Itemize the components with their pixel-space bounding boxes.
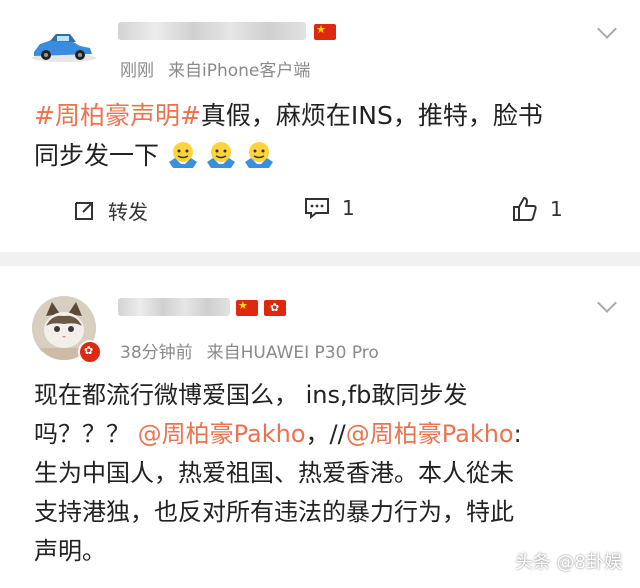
post-source: 来自HUAWEI P30 Pro <box>206 343 379 363</box>
repost-icon <box>75 201 93 220</box>
chevron-down-icon[interactable] <box>597 19 617 39</box>
comment-icon <box>305 198 329 220</box>
content-line-2: 同步发一下 <box>34 136 543 176</box>
post-meta: 刚刚 来自iPhone客户端 <box>120 56 324 81</box>
post-meta: 38分钟前 来自HUAWEI P30 Pro <box>120 338 393 363</box>
post-divider <box>0 252 640 266</box>
china-flag-icon: ★ <box>236 300 258 316</box>
content-text: 同步发一下 <box>34 141 160 170</box>
like-button[interactable]: 1 <box>512 196 563 222</box>
content-line-2: 吗？？？ @周柏豪Pakho，//@周柏豪Pakho: <box>34 415 522 454</box>
post-actions: 转发 1 1 <box>0 196 640 236</box>
post-content: #周柏豪声明#真假，麻烦在INS，推特，脸书 同步发一下 <box>34 96 543 176</box>
content-line-1: 现在都流行微博爱国么， ins,fb敢同步发 <box>34 381 468 409</box>
content-line-3: 生为中国人，热爱祖国、热爱香港。本人從未 <box>34 459 514 487</box>
comment-count: 1 <box>342 196 355 220</box>
hongkong-badge-icon: ✿ <box>78 340 102 364</box>
content-line-5: 声明。 <box>34 537 106 565</box>
china-flag-icon: ★ <box>314 24 336 40</box>
car-avatar-icon[interactable] <box>30 28 98 64</box>
emoji-icon <box>206 142 235 168</box>
mention-link[interactable]: @周柏豪Pakho <box>138 420 306 448</box>
content-text: : <box>513 420 522 448</box>
content-text: 真假，麻烦在INS，推特，脸书 <box>200 101 543 130</box>
repost-button[interactable]: 转发 <box>72 196 148 225</box>
comment-button[interactable]: 1 <box>304 196 355 220</box>
emoji-icon <box>244 142 273 168</box>
like-count: 1 <box>550 197 563 221</box>
watermark: 头条 @8卦娱 <box>514 552 622 573</box>
hongkong-flag-icon: ✿ <box>264 300 286 316</box>
post-content: 现在都流行微博爱国么， ins,fb敢同步发 吗？？？ @周柏豪Pakho，//… <box>34 376 522 571</box>
topic-link[interactable]: #周柏豪声明# <box>34 101 201 130</box>
post-source: 来自iPhone客户端 <box>168 61 311 81</box>
like-icon <box>513 196 537 221</box>
repost-label: 转发 <box>108 200 148 224</box>
post-time: 38分钟前 <box>120 343 193 363</box>
post-time: 刚刚 <box>120 61 154 81</box>
username-blurred[interactable] <box>118 22 306 40</box>
content-line-1: #周柏豪声明#真假，麻烦在INS，推特，脸书 <box>34 96 543 136</box>
mention-link[interactable]: @周柏豪Pakho <box>346 420 514 448</box>
content-text: ，// <box>305 420 346 448</box>
username-blurred[interactable] <box>118 298 230 316</box>
emoji-icon <box>168 142 197 168</box>
content-text: 吗？？？ <box>34 420 138 448</box>
content-line-4: 支持港独，也反对所有违法的暴力行为，特此 <box>34 498 514 526</box>
weibo-post-1: ★ 刚刚 来自iPhone客户端 #周柏豪声明#真假，麻烦在INS，推特，脸书 同… <box>0 0 640 252</box>
